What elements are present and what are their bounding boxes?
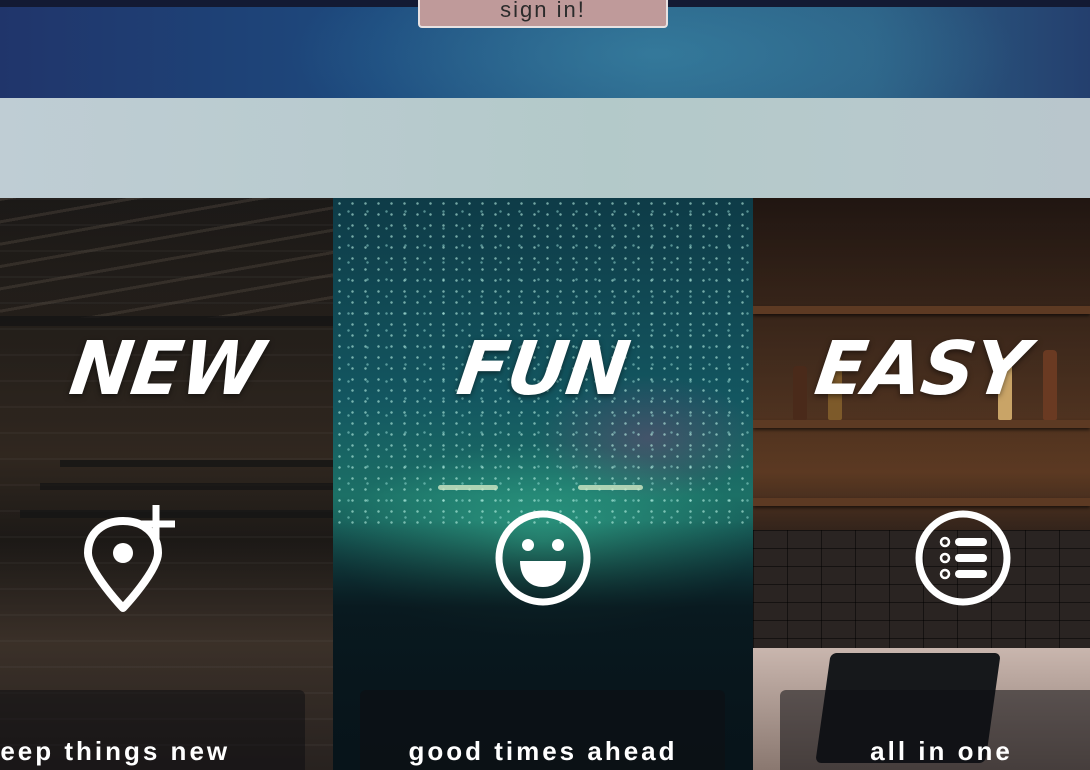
stage-light (578, 485, 643, 490)
bar-shelf (753, 306, 1090, 314)
stage-light (438, 485, 498, 490)
hero-banner: sign in! (0, 0, 1090, 98)
list-circle-icon (908, 503, 1018, 613)
gym-rail (0, 316, 333, 326)
feature-panel-easy: EASY all in one (753, 198, 1090, 770)
treadmill (60, 460, 333, 467)
panel-title: NEW (64, 326, 269, 412)
feature-panel-new: NEW keep things new (0, 198, 333, 770)
bar-shelf (753, 420, 1090, 428)
treadmill (40, 483, 333, 490)
feature-panel-fun: FUN good times ahead (333, 198, 753, 770)
section-divider-band (0, 98, 1090, 198)
map-pin-plus-icon (68, 503, 178, 613)
panel-title: FUN (452, 326, 634, 412)
laughing-face-icon (488, 503, 598, 613)
gym-background (0, 198, 333, 318)
sign-in-button-label: sign in! (500, 0, 586, 22)
panel-caption: good times ahead (408, 736, 678, 766)
panel-caption: keep things new (0, 736, 231, 766)
panel-title: EASY (810, 326, 1033, 412)
sign-in-button[interactable]: sign in! (418, 0, 668, 28)
panel-caption: all in one (870, 736, 1013, 766)
